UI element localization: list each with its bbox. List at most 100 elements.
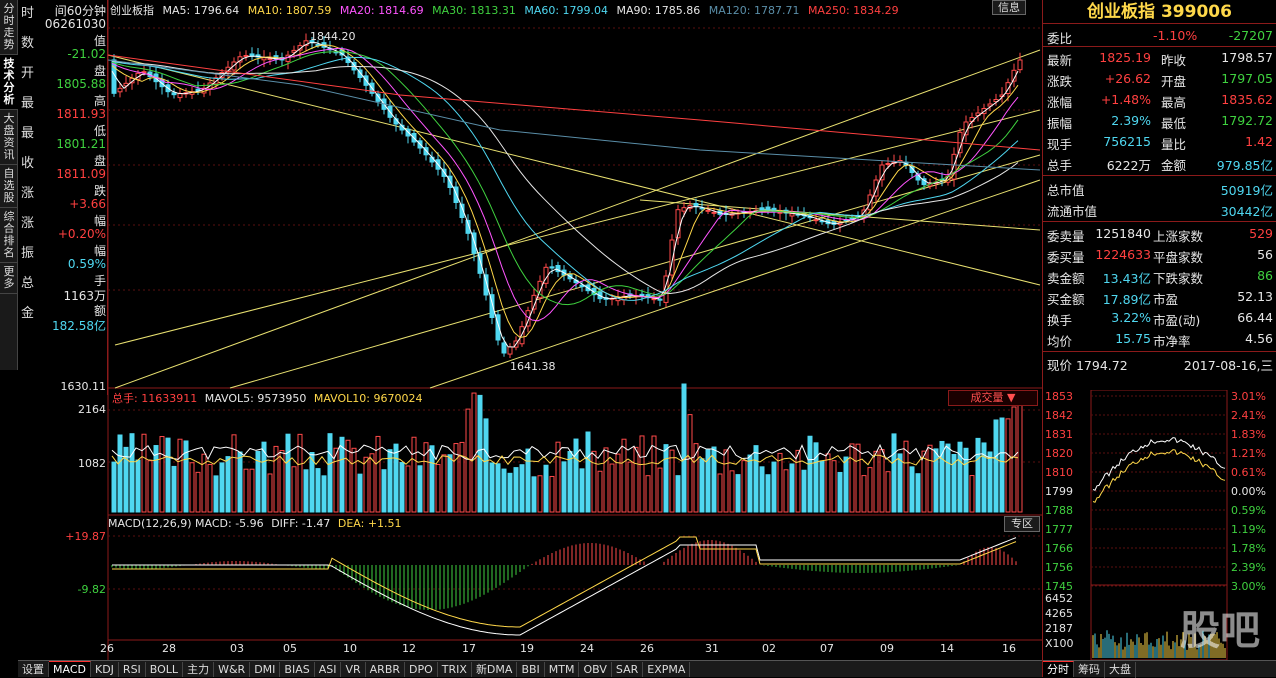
mini-axis-left: 1756: [1045, 561, 1073, 574]
mini-axis-right: 0.59%: [1231, 504, 1266, 517]
divider: [1043, 175, 1276, 176]
quote-field: 1792.72: [1221, 113, 1273, 128]
indicator-tab-expma[interactable]: EXPMA: [643, 662, 691, 677]
indicator-tab-bbi[interactable]: BBI: [517, 662, 545, 677]
quote-field: 昨收: [1161, 53, 1187, 68]
date-tick: 09: [880, 642, 894, 655]
mavol10: MAVOL10: 9670024: [313, 392, 423, 405]
mini-axis-right: 0.00%: [1231, 485, 1266, 498]
low-annotation: 1641.38: [510, 360, 556, 373]
indicator-tab-mtm[interactable]: MTM: [545, 662, 580, 677]
stats-field: 市净率: [1153, 334, 1191, 349]
quote-field: 最新: [1047, 53, 1073, 68]
weibi-field: -1.10%: [1153, 28, 1198, 43]
quote-field: 756215: [1103, 134, 1151, 149]
macd-axis-top: +19.87: [65, 530, 106, 543]
indicator-tab-trix[interactable]: TRIX: [438, 662, 472, 677]
weibi-row: 委比 -1.10% -27207: [1043, 26, 1276, 46]
quote-field: 金额: [1161, 158, 1187, 173]
mini-tab-2[interactable]: 大盘: [1105, 662, 1136, 678]
indicator-tab-bias[interactable]: BIAS: [280, 662, 315, 677]
weibi-field: 委比: [1047, 31, 1073, 46]
stats-field: 市盈(动): [1153, 313, 1201, 328]
indicator-tab-dmi[interactable]: DMI: [250, 662, 281, 677]
stats-field: 上涨家数: [1153, 229, 1204, 244]
indicator-tab-bar: 设置 MACD KDJ RSI BOLL 主力 W&R DMI BIAS ASI VR ARBR DPO…: [18, 660, 1042, 677]
market-field: 流通市值: [1047, 204, 1098, 219]
quote-field: 6222万: [1106, 158, 1151, 173]
mini-axis-left: 1820: [1045, 447, 1073, 460]
mini-tab-0[interactable]: 分时: [1043, 661, 1074, 677]
stats-field: 买金额: [1047, 292, 1085, 307]
mini-axis-left: 1766: [1045, 542, 1073, 555]
quote-field: 涨跌: [1047, 74, 1073, 89]
indicator-tab-设置[interactable]: 设置: [18, 662, 49, 677]
stats-field: 下跌家数: [1153, 271, 1204, 286]
date-tick: 10: [343, 642, 357, 655]
indicator-tab-新dma[interactable]: 新DMA: [472, 662, 518, 677]
mini-tab-1[interactable]: 筹码: [1074, 662, 1105, 678]
mini-axis-right: 2.41%: [1231, 409, 1266, 422]
indicator-tab-w&r[interactable]: W&R: [214, 662, 251, 677]
indicator-tab-dpo[interactable]: DPO: [405, 662, 438, 677]
date-tick: 07: [820, 642, 834, 655]
quote-field: 开盘: [1161, 74, 1187, 89]
date-tick: 28: [162, 642, 176, 655]
mini-axis-left: 1831: [1045, 428, 1073, 441]
mini-axis-right: 0.61%: [1231, 466, 1266, 479]
stats-row: 委买量 1224633 平盘家数 56: [1043, 245, 1276, 265]
quote-field: 量比: [1161, 137, 1187, 152]
quote-row: 总手 6222万 金额 979.85亿: [1043, 153, 1276, 173]
mini-axis-right: 2.39%: [1231, 561, 1266, 574]
date-tick: 19: [520, 642, 534, 655]
indicator-tab-主力[interactable]: 主力: [183, 662, 215, 677]
quote-field: 1825.19: [1099, 50, 1151, 65]
volume-total: 总手: 11633911: [112, 392, 198, 405]
mini-axis-left: 1788: [1045, 504, 1073, 517]
market-field: 总市值: [1047, 183, 1085, 198]
date-tick: 03: [230, 642, 244, 655]
kline-chart[interactable]: [0, 0, 1042, 660]
divider: [1043, 46, 1276, 47]
volume-header: 总手: 11633911 MAVOL5: 9573950 MAVOL10: 96…: [112, 390, 422, 406]
stats-field: 17.89亿: [1102, 292, 1151, 307]
quote-field: 振幅: [1047, 116, 1073, 131]
mini-axis-right: 1.19%: [1231, 523, 1266, 536]
stats-row: 委卖量 1251840 上涨家数 529: [1043, 224, 1276, 244]
mini-header-field: 2017-08-16,三: [1183, 358, 1273, 373]
quote-field: 最低: [1161, 116, 1187, 131]
mini-tab-bar: 分时 筹码 大盘: [1043, 660, 1276, 678]
zone-button[interactable]: 专区: [1004, 516, 1040, 532]
indicator-tab-kdj[interactable]: KDJ: [91, 662, 119, 677]
date-tick: 26: [640, 642, 654, 655]
date-tick: 05: [283, 642, 297, 655]
index-title: 创业板指 399006: [1043, 0, 1276, 24]
indicator-tab-vr[interactable]: VR: [341, 662, 366, 677]
mini-axis-left: 1777: [1045, 523, 1073, 536]
indicator-tab-macd[interactable]: MACD: [49, 661, 91, 677]
quote-panel: 创业板指 399006 委比 -1.10% -27207 最新 1825.19 昨收 179…: [1042, 0, 1276, 678]
stats-field: 市盈: [1153, 292, 1179, 307]
date-tick: 31: [705, 642, 719, 655]
mini-axis-left: 1810: [1045, 466, 1073, 479]
quote-row: 涨跌 +26.62 开盘 1797.05: [1043, 69, 1276, 89]
stats-field: 委卖量: [1047, 229, 1085, 244]
indicator-tab-rsi[interactable]: RSI: [119, 662, 146, 677]
mini-axis-left: 1853: [1045, 390, 1073, 403]
macd-axis-bottom: -9.82: [77, 583, 106, 596]
indicator-tab-boll[interactable]: BOLL: [146, 662, 184, 677]
date-tick: 16: [1002, 642, 1016, 655]
stats-row: 卖金额 13.43亿 下跌家数 86: [1043, 266, 1276, 286]
indicator-tab-arbr[interactable]: ARBR: [366, 662, 406, 677]
volume-dropdown[interactable]: 成交量 ▼: [948, 390, 1038, 406]
price-axis-bottom: 1630.11: [60, 380, 107, 393]
indicator-tab-obv[interactable]: OBV: [579, 662, 612, 677]
divider: [1043, 351, 1276, 352]
stats-field: 1224633: [1095, 247, 1151, 262]
stats-row: 买金额 17.89亿 市盈 52.13: [1043, 287, 1276, 307]
mavol5: MAVOL5: 9573950: [204, 392, 307, 405]
indicator-tab-sar[interactable]: SAR: [612, 662, 644, 677]
quote-field: +26.62: [1104, 71, 1151, 86]
macd-title: MACD(12,26,9) MACD: -5.96: [108, 517, 264, 530]
indicator-tab-asi[interactable]: ASI: [315, 662, 342, 677]
